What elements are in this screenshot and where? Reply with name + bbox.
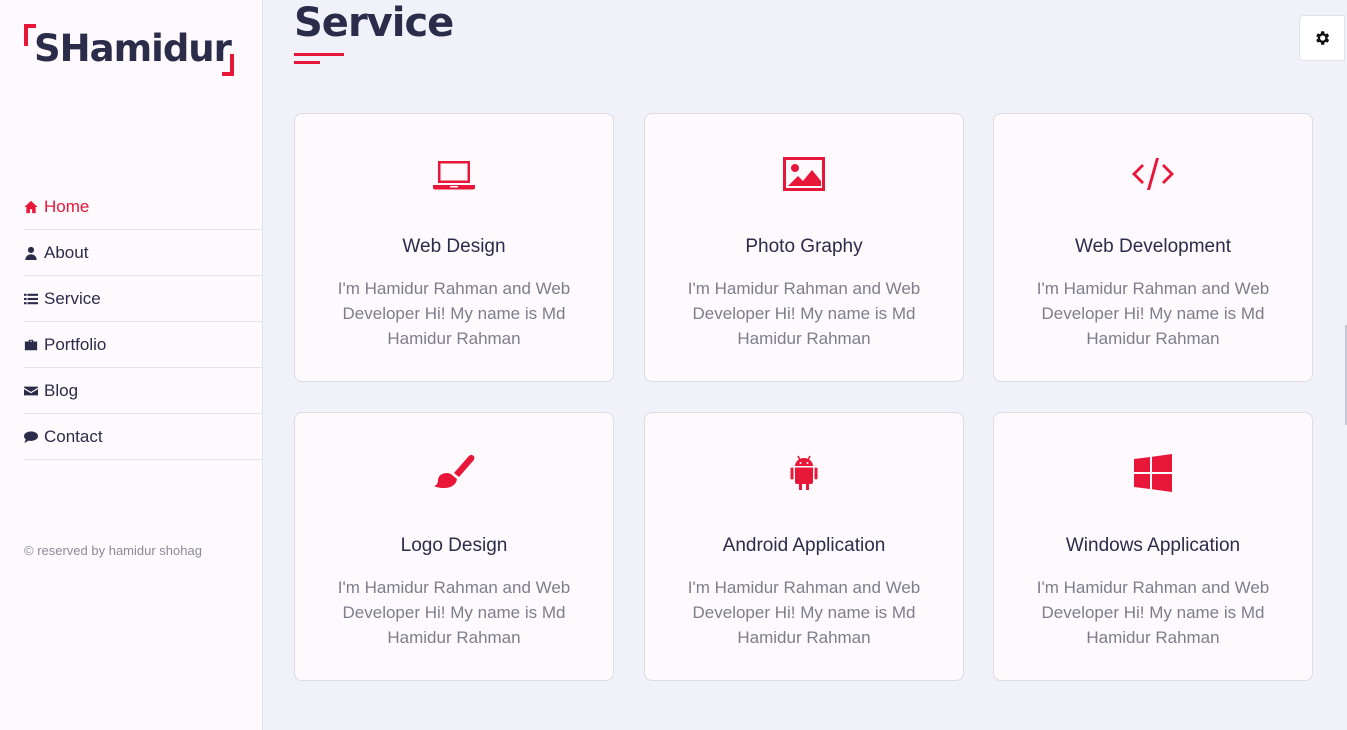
service-card-android-application[interactable]: Android Application I'm Hamidur Rahman a… [644,412,964,681]
service-title: Photo Graphy [745,236,863,257]
list-icon [24,292,38,306]
nav-item-service[interactable]: Service [24,276,263,322]
envelope-icon [24,384,38,398]
service-title: Web Design [402,236,506,257]
logo-corner-bottom-right [222,54,234,76]
service-title: Windows Application [1065,535,1241,556]
service-card-web-development[interactable]: Web Development I'm Hamidur Rahman and W… [993,113,1313,382]
title-underline [294,53,344,56]
user-icon [24,246,38,260]
android-icon [645,453,963,493]
service-title: Android Application [722,535,886,556]
service-title: Logo Design [400,535,508,556]
nav-item-label: Contact [44,426,103,446]
service-description: I'm Hamidur Rahman and Web Developer Hi!… [1036,578,1270,647]
nav-item-contact[interactable]: Contact [24,414,263,460]
paint-brush-icon [295,453,613,493]
briefcase-icon [24,338,38,352]
nav-item-label: Home [44,196,90,216]
page-title: Service [294,0,454,46]
service-card-photography[interactable]: Photo Graphy I'm Hamidur Rahman and Web … [644,113,964,382]
logo-text: SHamidur [34,27,232,70]
service-card-logo-design[interactable]: Logo Design I'm Hamidur Rahman and Web D… [294,412,614,681]
service-description: I'm Hamidur Rahman and Web Developer Hi!… [687,578,921,647]
nav-item-label: Blog [44,380,79,400]
nav-item-blog[interactable]: Blog [24,368,263,414]
service-description: I'm Hamidur Rahman and Web Developer Hi!… [337,578,571,647]
main-content: Service Web Design I'm Hamidur Rahman an… [264,0,1347,730]
image-icon [645,154,963,194]
sidebar: SHamidur Home About Service Portfolio Bl… [0,0,263,730]
service-card-windows-application[interactable]: Windows Application I'm Hamidur Rahman a… [993,412,1313,681]
main-nav: Home About Service Portfolio Blog Contac… [24,184,263,460]
laptop-icon [295,154,613,194]
title-underline-short [294,61,320,64]
nav-item-home[interactable]: Home [24,184,263,230]
windows-icon [994,453,1312,493]
service-description: I'm Hamidur Rahman and Web Developer Hi!… [687,279,921,348]
service-description: I'm Hamidur Rahman and Web Developer Hi!… [1036,279,1270,348]
nav-item-label: About [44,242,89,262]
service-description: I'm Hamidur Rahman and Web Developer Hi!… [337,279,571,348]
logo[interactable]: SHamidur [24,24,234,76]
code-icon [994,154,1312,194]
settings-button[interactable] [1299,15,1345,61]
copyright-text: © reserved by hamidur shohag [24,543,202,558]
comment-icon [24,430,38,444]
nav-item-label: Portfolio [44,334,107,354]
service-card-web-design[interactable]: Web Design I'm Hamidur Rahman and Web De… [294,113,614,382]
nav-item-portfolio[interactable]: Portfolio [24,322,263,368]
home-icon [24,200,38,214]
nav-item-label: Service [44,288,101,308]
gear-icon [1313,29,1331,47]
service-title: Web Development [1075,236,1231,257]
nav-item-about[interactable]: About [24,230,263,276]
